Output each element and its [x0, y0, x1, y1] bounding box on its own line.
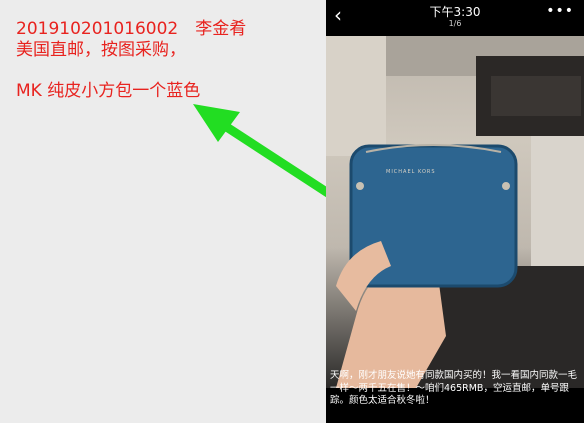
photo-viewer: ‹ 下午3:30 1/6 ••• MICHAEL KORS 天啊，刚才朋友说她有… — [326, 0, 584, 423]
photo-counter: 1/6 — [448, 19, 462, 28]
more-options-icon[interactable]: ••• — [546, 3, 574, 19]
photo-caption: 天啊，刚才朋友说她有同款国内买的！我一看国内同款一毛一样～两千五在售！～咱们46… — [330, 370, 578, 406]
bag-photo-illustration: MICHAEL KORS — [326, 36, 584, 388]
bag-logo: MICHAEL KORS — [386, 169, 436, 175]
viewer-topbar: ‹ 下午3:30 1/6 ••• — [326, 0, 584, 30]
product-photo[interactable]: MICHAEL KORS — [326, 36, 584, 388]
